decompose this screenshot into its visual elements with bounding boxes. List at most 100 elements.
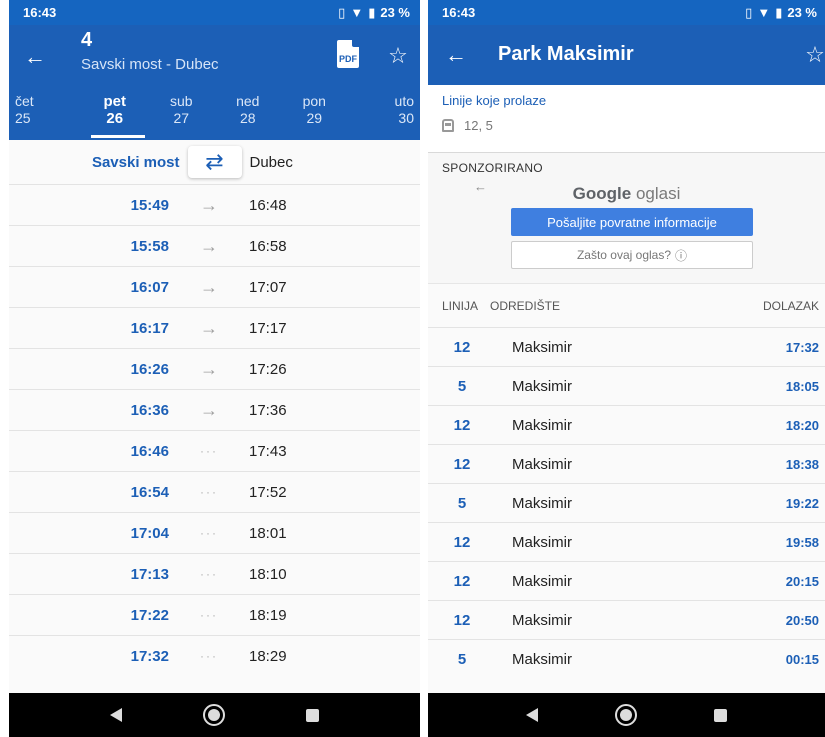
trip-row[interactable]: 16:36 → 17:36 xyxy=(9,389,420,430)
send-feedback-button[interactable]: Pošaljite povratne informacije xyxy=(511,208,753,236)
battery-icon: ▮ xyxy=(775,4,783,20)
dots-icon: ··· xyxy=(200,567,218,581)
nav-recents-icon[interactable] xyxy=(713,708,727,722)
arrival-row[interactable]: 12 Maksimir 19:58 xyxy=(428,522,825,561)
tab-day-4[interactable]: pon 29 xyxy=(281,88,348,140)
arrivals-header: LINIJA ODREDIŠTE DOLAZAK xyxy=(428,284,825,327)
swap-direction-button[interactable]: ⇄ xyxy=(187,146,242,178)
vibrate-icon: ▯ xyxy=(338,4,346,20)
direction-to: Dubec xyxy=(249,153,293,171)
info-icon: ⓘ xyxy=(675,248,688,263)
destination: Maksimir xyxy=(512,416,572,434)
favorite-button[interactable]: ☆ xyxy=(798,38,825,72)
nav-recents-icon[interactable] xyxy=(306,708,320,722)
trip-row[interactable]: 16:07 → 17:07 xyxy=(9,266,420,307)
arrival-row[interactable]: 12 Maksimir 18:38 xyxy=(428,444,825,483)
vibrate-icon: ▯ xyxy=(745,4,753,20)
why-this-ad-button[interactable]: Zašto ovaj oglas? ⓘ xyxy=(511,241,753,269)
route-name: Savski most - Dubec xyxy=(81,56,219,73)
trip-row[interactable]: 16:46 ··· 17:43 xyxy=(9,430,420,471)
trip-row[interactable]: 17:04 ··· 18:01 xyxy=(9,512,420,553)
line-number: 12 xyxy=(453,455,471,473)
header-line: LINIJA xyxy=(442,298,479,313)
nav-back-icon[interactable] xyxy=(526,708,539,722)
lines-section: Linije koje prolaze 12, 5 xyxy=(428,85,825,153)
tab-day-5[interactable]: uto 30 xyxy=(348,88,421,140)
arrival-row[interactable]: 12 Maksimir 18:20 xyxy=(428,405,825,444)
destination: Maksimir xyxy=(512,611,572,629)
arrow-right-icon: → xyxy=(200,276,218,297)
arrival-time: 17:32 xyxy=(785,339,819,355)
trip-row[interactable]: 16:17 → 17:17 xyxy=(9,307,420,348)
trip-list: 15:49 → 16:48 15:58 → 16:58 16:07 → 17:07 16:17 → 1… xyxy=(9,184,420,676)
trip-row[interactable]: 17:32 ··· 18:29 xyxy=(9,635,420,676)
nav-home-icon[interactable] xyxy=(614,704,637,726)
tab-day-1[interactable]: pet 26 xyxy=(82,88,149,140)
departure-time: 17:32 xyxy=(130,647,169,665)
departure-time: 16:07 xyxy=(130,278,169,296)
arrival-time: 18:19 xyxy=(249,606,287,624)
trip-row[interactable]: 16:26 → 17:26 xyxy=(9,348,420,389)
arrival-time: 16:48 xyxy=(249,196,287,214)
lines-value: 12, 5 xyxy=(464,118,493,133)
star-outline-icon: ☆ xyxy=(805,42,825,67)
trip-row[interactable]: 17:22 ··· 18:19 xyxy=(9,594,420,635)
line-number: 12 xyxy=(453,533,471,551)
status-time: 16:43 xyxy=(23,5,57,20)
ad-label: SPONZORIRANO xyxy=(442,161,543,175)
ad-block: SPONZORIRANO ← Google oglasi Pošaljite p… xyxy=(428,153,825,284)
battery-percent: 23 % xyxy=(787,5,817,20)
direction-from: Savski most xyxy=(91,153,180,171)
star-outline-icon: ☆ xyxy=(388,43,408,68)
header-arrival: DOLAZAK xyxy=(762,298,819,313)
day-name: pon xyxy=(302,93,326,109)
arrival-row[interactable]: 12 Maksimir 17:32 xyxy=(428,327,825,366)
departure-time: 15:49 xyxy=(130,196,169,214)
pdf-file-icon[interactable]: PDF xyxy=(337,40,359,68)
tab-day-3[interactable]: ned 28 xyxy=(215,88,282,140)
arrival-row[interactable]: 12 Maksimir 20:15 xyxy=(428,561,825,600)
trip-row[interactable]: 15:58 → 16:58 xyxy=(9,225,420,266)
ad-brand: Google oglasi xyxy=(428,184,825,204)
trip-row[interactable]: 15:49 → 16:48 xyxy=(9,184,420,225)
arrival-time: 19:22 xyxy=(785,495,819,511)
trip-row[interactable]: 16:54 ··· 17:52 xyxy=(9,471,420,512)
arrival-time: 18:10 xyxy=(249,565,287,583)
status-bar: 16:43 ▯ ▼ ▮ 23 % xyxy=(9,0,420,25)
arrival-row[interactable]: 5 Maksimir 18:05 xyxy=(428,366,825,405)
dots-icon: ··· xyxy=(200,649,218,663)
trip-row[interactable]: 17:13 ··· 18:10 xyxy=(9,553,420,594)
battery-icon: ▮ xyxy=(368,4,376,20)
swap-arrows-icon: ⇄ xyxy=(205,149,224,174)
line-number: 5 xyxy=(457,377,467,395)
favorite-button[interactable]: ☆ xyxy=(381,39,415,73)
day-tabs: čet 25 pet 26 sub 27 ned 28 pon 29 uto 30 xyxy=(9,88,420,140)
nav-back-icon[interactable] xyxy=(109,708,122,722)
arrival-time: 00:15 xyxy=(785,651,819,667)
departure-time: 16:46 xyxy=(130,442,169,460)
day-name: pet xyxy=(103,93,127,110)
departure-time: 17:22 xyxy=(130,606,169,624)
tab-day-0[interactable]: čet 25 xyxy=(9,88,82,140)
arrival-time: 17:36 xyxy=(249,401,287,419)
google-logo: Google xyxy=(572,184,632,203)
departure-time: 15:58 xyxy=(130,237,169,255)
nav-home-icon[interactable] xyxy=(202,704,225,726)
bus-icon xyxy=(442,119,454,132)
back-button[interactable]: ← xyxy=(17,39,53,75)
line-number: 12 xyxy=(453,572,471,590)
timetable-screen: 16:43 ▯ ▼ ▮ 23 % ← 4 Savski most - Dubec… xyxy=(9,0,420,737)
arrival-row[interactable]: 12 Maksimir 20:50 xyxy=(428,600,825,639)
arrival-time: 16:58 xyxy=(249,237,287,255)
tab-day-2[interactable]: sub 27 xyxy=(148,88,215,140)
selected-tab-indicator xyxy=(90,135,146,138)
arrival-row[interactable]: 5 Maksimir 19:22 xyxy=(428,483,825,522)
arrow-right-icon: → xyxy=(200,317,218,338)
back-button[interactable]: ← xyxy=(438,37,474,73)
why-this-ad-label: Zašto ovaj oglas? xyxy=(576,248,672,262)
header-destination: ODREDIŠTE xyxy=(490,298,561,313)
day-name: sub xyxy=(169,93,193,109)
arrival-time: 20:15 xyxy=(785,573,819,589)
destination: Maksimir xyxy=(512,533,572,551)
arrival-row[interactable]: 5 Maksimir 00:15 xyxy=(428,639,825,678)
